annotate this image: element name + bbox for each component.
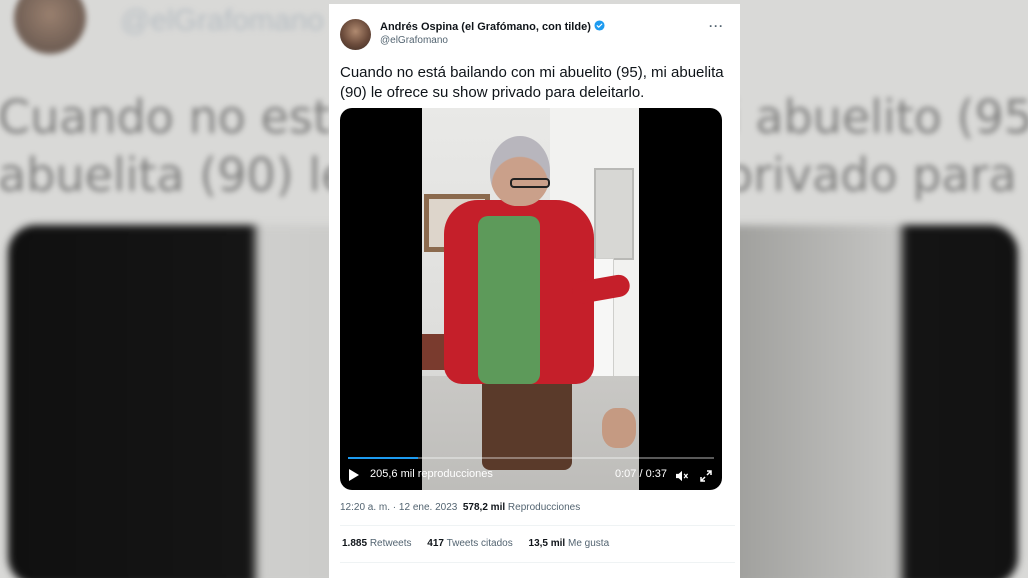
- scene-hand: [602, 408, 636, 448]
- tweet-time[interactable]: 12:20 a. m.: [340, 502, 390, 513]
- tweet-views-count: 578,2 mil: [462, 502, 506, 513]
- scene-legs: [482, 376, 572, 470]
- author-name[interactable]: Andrés Ospina (el Grafómano, con tilde): [380, 21, 591, 33]
- quotes-label: Tweets citados: [446, 538, 513, 549]
- retweets-label: Retweets: [369, 538, 412, 549]
- verified-badge-icon: [594, 20, 605, 31]
- tweet-card: Andrés Ospina (el Grafómano, con tilde) …: [329, 4, 740, 578]
- video-views: 205,6 mil reproducciones: [370, 468, 493, 480]
- tweet-meta: 12:20 a. m. · 12 ene. 2023 578,2 mil Rep…: [340, 502, 580, 513]
- volume-icon[interactable]: [675, 470, 689, 482]
- quotes-stat[interactable]: 417 Tweets citados: [427, 538, 512, 549]
- video-player[interactable]: 205,6 mil reproducciones 0:07 / 0:37: [340, 108, 722, 490]
- quotes-count: 417: [427, 538, 444, 549]
- tweet-text: Cuando no está bailando con mi abuelito …: [340, 64, 724, 101]
- tweet-views-label: Reproducciones: [507, 502, 581, 513]
- meta-separator: ·: [390, 502, 399, 513]
- play-icon[interactable]: [349, 469, 359, 481]
- video-progress-fill: [348, 457, 418, 459]
- author-handle[interactable]: @elGrafomano: [380, 35, 448, 46]
- background-avatar: [14, 0, 86, 54]
- divider: [340, 562, 735, 563]
- tweet-stats: 1.885 Retweets 417 Tweets citados 13,5 m…: [342, 538, 622, 549]
- author-name-row[interactable]: Andrés Ospina (el Grafómano, con tilde): [380, 20, 605, 33]
- scene-shelf: [594, 168, 634, 260]
- scene-blouse: [478, 216, 540, 384]
- divider: [340, 525, 735, 526]
- likes-label: Me gusta: [568, 538, 610, 549]
- more-dots-icon[interactable]: ···: [709, 19, 724, 33]
- scene-head: [490, 136, 550, 206]
- likes-stat[interactable]: 13,5 mil Me gusta: [529, 538, 610, 549]
- fullscreen-icon[interactable]: [700, 470, 712, 482]
- retweets-stat[interactable]: 1.885 Retweets: [342, 538, 412, 549]
- video-frame: [422, 108, 639, 490]
- video-progress-bar[interactable]: [348, 457, 714, 459]
- video-time: 0:07 / 0:37: [615, 468, 667, 480]
- background-handle: @elGrafomano: [120, 4, 324, 37]
- author-avatar[interactable]: [340, 19, 371, 50]
- likes-count: 13,5 mil: [528, 538, 566, 549]
- retweets-count: 1.885: [342, 538, 368, 549]
- scene-glasses: [510, 178, 550, 188]
- tweet-date[interactable]: 12 ene. 2023: [399, 502, 457, 513]
